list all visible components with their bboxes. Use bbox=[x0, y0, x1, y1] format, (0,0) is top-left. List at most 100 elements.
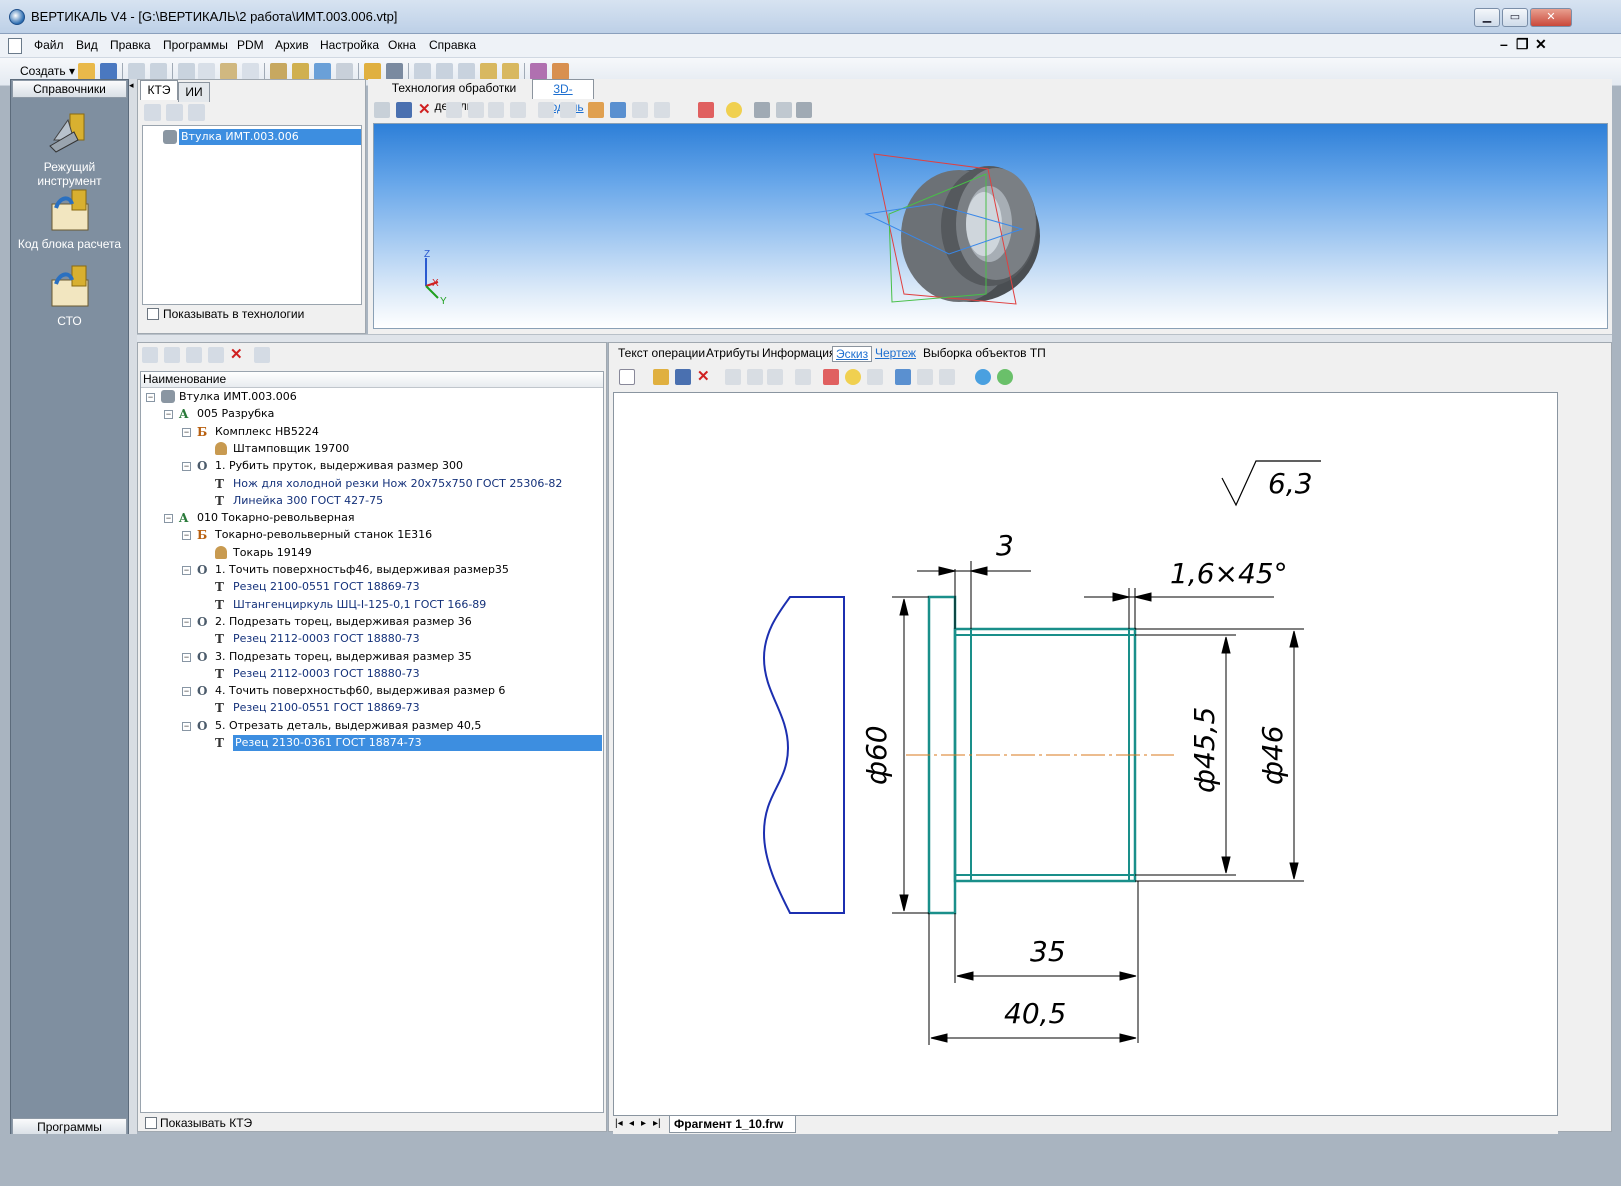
copy-view-icon[interactable] bbox=[560, 102, 576, 118]
tool-1-icon[interactable] bbox=[480, 63, 497, 80]
paste-icon[interactable] bbox=[220, 63, 237, 80]
sketch-canvas[interactable]: 6,3 3 1,6×45° ф60 ф45,5 ф46 35 40,5 bbox=[613, 392, 1558, 1116]
calc-icon[interactable] bbox=[150, 63, 167, 80]
tree-node-equip[interactable]: Токарно-револьверный станок 1Е316 bbox=[215, 527, 432, 543]
add-step-icon[interactable] bbox=[164, 347, 180, 363]
sort-icon[interactable] bbox=[128, 63, 145, 80]
tree-node-worker[interactable]: Штамповщик 19700 bbox=[233, 441, 349, 457]
save-sketch-icon[interactable] bbox=[675, 369, 691, 385]
calc-block-code-item[interactable]: Код блока расчета bbox=[11, 237, 128, 251]
window-icon[interactable] bbox=[336, 63, 353, 80]
menu-programs[interactable]: Программы bbox=[163, 38, 228, 52]
add-tool-icon[interactable] bbox=[186, 347, 202, 363]
cutting-tool-icon[interactable] bbox=[48, 110, 92, 156]
tree-expander[interactable]: − bbox=[164, 514, 173, 524]
tree-tool-1-icon[interactable] bbox=[144, 104, 161, 121]
tree-expander[interactable]: − bbox=[182, 427, 191, 437]
sketch-section-icon[interactable] bbox=[823, 369, 839, 385]
sketch-light-icon[interactable] bbox=[845, 369, 861, 385]
diamond-icon[interactable] bbox=[364, 63, 381, 80]
sketch-view-icon[interactable] bbox=[795, 369, 811, 385]
tree-node-step[interactable]: 2. Подрезать торец, выдерживая размер 36 bbox=[215, 614, 472, 630]
nav-prev-icon[interactable]: ◂ bbox=[629, 1118, 634, 1129]
tree-node-op[interactable]: 010 Токарно-револьверная bbox=[197, 510, 354, 526]
tree-node-worker[interactable]: Токарь 19149 bbox=[233, 545, 312, 561]
vertical-splitter[interactable] bbox=[129, 79, 137, 1181]
kte-tree-root[interactable]: Втулка ИМТ.003.006 bbox=[179, 129, 361, 145]
tree-node-tool[interactable]: Нож для холодной резки Нож 20х75х750 ГОС… bbox=[233, 476, 562, 492]
sto-icon[interactable] bbox=[48, 264, 92, 310]
open-sketch-icon[interactable] bbox=[653, 369, 669, 385]
tool-2-icon[interactable] bbox=[502, 63, 519, 80]
calc-block-code-icon[interactable] bbox=[48, 188, 92, 234]
tab-information[interactable]: Информация bbox=[762, 346, 835, 362]
add-equip-icon[interactable] bbox=[208, 347, 224, 363]
menu-view[interactable]: Вид bbox=[76, 38, 98, 52]
delete-sketch-icon[interactable]: ✕ bbox=[697, 367, 710, 385]
maximize-button[interactable]: ▭ bbox=[1502, 8, 1528, 27]
measure-icon[interactable] bbox=[654, 102, 670, 118]
tree-node-tool[interactable]: Штангенциркуль ШЦ-I-125-0,1 ГОСТ 166-89 bbox=[233, 597, 486, 613]
sketch-fit2-icon[interactable] bbox=[895, 369, 911, 385]
mdi-restore-button[interactable]: ❐ bbox=[1516, 36, 1529, 53]
zoom-fit-icon[interactable] bbox=[468, 102, 484, 118]
tree-column-header[interactable]: Наименование bbox=[141, 372, 603, 388]
menu-pdm[interactable]: PDM bbox=[237, 38, 264, 52]
nav-first-icon[interactable]: |◂ bbox=[615, 1118, 623, 1129]
import-icon[interactable] bbox=[588, 102, 604, 118]
tree-node-equip[interactable]: Комплекс НВ5224 bbox=[215, 424, 319, 440]
menu-windows[interactable]: Окна bbox=[388, 38, 416, 52]
add-op-icon[interactable] bbox=[142, 347, 158, 363]
tree-node-tool[interactable]: Линейка 300 ГОСТ 427-75 bbox=[233, 493, 383, 509]
info-icon[interactable] bbox=[975, 369, 991, 385]
collapse-left-icon[interactable]: ◂ bbox=[129, 80, 134, 91]
tree-expander[interactable]: − bbox=[182, 652, 191, 662]
tree-node-step[interactable]: 1. Рубить пруток, выдерживая размер 300 bbox=[215, 458, 463, 474]
tree-expander[interactable]: − bbox=[182, 617, 191, 627]
tree-expander[interactable]: − bbox=[164, 410, 173, 420]
zoom-icon[interactable] bbox=[510, 102, 526, 118]
3d-viewport[interactable]: Z X Y bbox=[373, 123, 1608, 329]
settings-icon[interactable] bbox=[796, 102, 812, 118]
folder-icon[interactable] bbox=[292, 63, 309, 80]
tree-node-tool[interactable]: Резец 2112-0003 ГОСТ 18880-73 bbox=[233, 666, 420, 682]
open-model-icon[interactable] bbox=[374, 102, 390, 118]
props-icon[interactable] bbox=[254, 347, 270, 363]
nav-last-icon[interactable]: ▸| bbox=[653, 1118, 661, 1129]
sketch-fit-icon[interactable] bbox=[747, 369, 763, 385]
layout-1-icon[interactable] bbox=[414, 63, 431, 80]
tree-node-step[interactable]: 5. Отрезать деталь, выдерживая размер 40… bbox=[215, 718, 481, 734]
show-in-tech-checkbox[interactable] bbox=[147, 308, 159, 320]
open-icon[interactable] bbox=[78, 63, 95, 80]
view-icon[interactable] bbox=[538, 102, 554, 118]
tree-node-tool[interactable]: Резец 2112-0003 ГОСТ 18880-73 bbox=[233, 631, 420, 647]
tree-expander[interactable]: − bbox=[146, 393, 155, 402]
cutting-tool-item[interactable]: Режущий инструмент bbox=[11, 160, 128, 188]
horizontal-splitter[interactable] bbox=[137, 334, 1612, 342]
sketch-measure-icon[interactable] bbox=[939, 369, 955, 385]
save-icon[interactable] bbox=[100, 63, 117, 80]
section-icon[interactable] bbox=[698, 102, 714, 118]
menu-edit[interactable]: Правка bbox=[110, 38, 151, 52]
tab-sketch[interactable]: Эскиз bbox=[832, 346, 873, 362]
tree-node-part[interactable]: Втулка ИМТ.003.006 bbox=[179, 389, 297, 405]
tree-expander[interactable]: − bbox=[182, 566, 191, 575]
tree-node-tool[interactable]: Резец 2100-0551 ГОСТ 18869-73 bbox=[233, 700, 420, 716]
edit-icon[interactable] bbox=[270, 63, 287, 80]
tree-node-tool[interactable]: Резец 2100-0551 ГОСТ 18869-73 bbox=[233, 579, 420, 595]
tree-expander[interactable]: − bbox=[182, 721, 191, 731]
tree-expander[interactable]: − bbox=[182, 531, 191, 541]
fit-icon[interactable] bbox=[610, 102, 626, 118]
tab-operation-text[interactable]: Текст операции bbox=[618, 346, 705, 362]
dim-icon[interactable] bbox=[632, 102, 648, 118]
tree-node-step[interactable]: 1. Точить поверхностьф46, выдерживая раз… bbox=[215, 562, 509, 578]
tab-kte[interactable]: КТЭ bbox=[140, 80, 178, 100]
create-button[interactable]: Создать ▾ bbox=[20, 64, 75, 78]
tree-node-step[interactable]: 4. Точить поверхностьф60, выдерживая раз… bbox=[215, 683, 505, 699]
sketch-dim-icon[interactable] bbox=[917, 369, 933, 385]
tab-drawing[interactable]: Чертеж bbox=[875, 346, 916, 362]
book-icon[interactable] bbox=[386, 63, 403, 80]
menu-settings[interactable]: Настройка bbox=[320, 38, 379, 52]
close-button[interactable]: ✕ bbox=[1530, 8, 1572, 27]
minimize-button[interactable]: ▁ bbox=[1474, 8, 1500, 27]
